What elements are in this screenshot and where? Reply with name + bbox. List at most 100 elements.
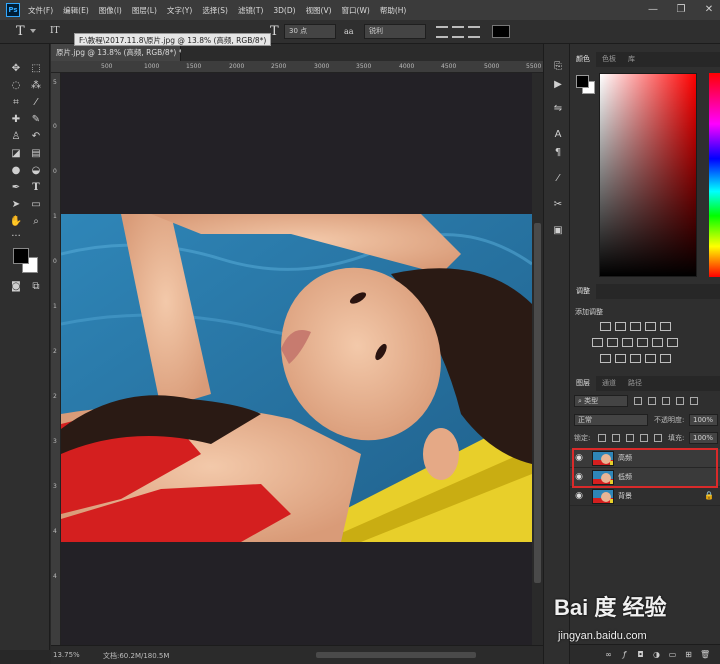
foreground-color-swatch[interactable] bbox=[13, 248, 29, 264]
character-icon[interactable]: A bbox=[551, 128, 565, 142]
path-selection-tool-icon[interactable]: ➤ bbox=[8, 198, 24, 212]
brightness-contrast-icon[interactable] bbox=[600, 322, 611, 331]
brush-tool-icon[interactable]: ✎ bbox=[28, 113, 44, 127]
filter-pixel-icon[interactable] bbox=[634, 397, 642, 405]
eyedropper-tool-icon[interactable]: ⁄ bbox=[28, 96, 44, 110]
menu-layer[interactable]: 图层(L) bbox=[132, 5, 157, 16]
layer-filter-kind-select[interactable]: ⌕ 类型 bbox=[574, 395, 628, 407]
hand-tool-icon[interactable]: ✋ bbox=[8, 215, 24, 229]
magic-wand-tool-icon[interactable]: ⁂ bbox=[28, 79, 44, 93]
filter-type-icon[interactable] bbox=[662, 397, 670, 405]
tab-channels[interactable]: 通道 bbox=[596, 376, 622, 391]
new-layer-icon[interactable]: ⊞ bbox=[684, 650, 693, 659]
lock-artboard-icon[interactable] bbox=[640, 434, 648, 442]
invert-icon[interactable] bbox=[600, 354, 611, 363]
text-orientation-icon[interactable]: IT bbox=[50, 24, 60, 39]
threshold-icon[interactable] bbox=[630, 354, 641, 363]
eraser-tool-icon[interactable]: ◪ bbox=[8, 147, 24, 161]
lock-image-icon[interactable] bbox=[612, 434, 620, 442]
tab-layers[interactable]: 图层 bbox=[570, 376, 596, 391]
levels-icon[interactable] bbox=[615, 322, 626, 331]
font-size-field[interactable]: 30 点 bbox=[284, 24, 336, 39]
layer-row-background[interactable]: ◉ 背景 🔒 bbox=[570, 487, 720, 506]
photo-canvas[interactable] bbox=[61, 214, 532, 542]
vibrance-icon[interactable] bbox=[660, 322, 671, 331]
opacity-field[interactable]: 100% bbox=[689, 414, 718, 426]
pen-tool-icon[interactable]: ✒ bbox=[8, 181, 24, 195]
zoom-tool-icon[interactable]: ⌕ bbox=[28, 215, 44, 229]
vertical-scrollbar[interactable] bbox=[532, 73, 543, 645]
blend-mode-select[interactable]: 正常 bbox=[574, 414, 648, 426]
type-tool-icon-box[interactable]: T bbox=[28, 181, 44, 195]
posterize-icon[interactable] bbox=[615, 354, 626, 363]
filter-adjustment-icon[interactable] bbox=[648, 397, 656, 405]
lock-all-icon[interactable] bbox=[654, 434, 662, 442]
delete-layer-icon[interactable]: 🗑 bbox=[700, 650, 710, 659]
brush-settings-icon[interactable]: ⁄ bbox=[551, 172, 565, 186]
filter-smart-object-icon[interactable] bbox=[690, 397, 698, 405]
more-tools-icon[interactable]: ··· bbox=[8, 230, 24, 244]
visibility-eye-icon[interactable]: ◉ bbox=[574, 491, 584, 501]
menu-help[interactable]: 帮助(H) bbox=[380, 5, 407, 16]
color-lookup-icon[interactable] bbox=[667, 338, 678, 347]
hue-saturation-icon[interactable] bbox=[592, 338, 603, 347]
menu-type[interactable]: 文字(Y) bbox=[167, 5, 192, 16]
marquee-tool-icon[interactable]: ⬚ bbox=[28, 62, 44, 76]
screen-mode-icon[interactable]: ⧉ bbox=[28, 280, 44, 294]
layer-row-high-freq[interactable]: ◉ 高频 bbox=[570, 449, 720, 468]
color-balance-icon[interactable] bbox=[607, 338, 618, 347]
tab-adjustments[interactable]: 调整 bbox=[570, 284, 596, 299]
hue-slider[interactable] bbox=[709, 73, 720, 277]
menu-window[interactable]: 窗口(W) bbox=[342, 5, 370, 16]
blur-tool-icon[interactable]: ● bbox=[8, 164, 24, 178]
menu-file[interactable]: 文件(F) bbox=[28, 5, 53, 16]
text-color-swatch[interactable] bbox=[492, 25, 510, 38]
curves-icon[interactable] bbox=[630, 322, 641, 331]
tool-preset-dropdown[interactable] bbox=[30, 29, 36, 33]
tab-swatches[interactable]: 色板 bbox=[596, 52, 622, 67]
tab-libraries[interactable]: 库 bbox=[622, 52, 641, 67]
quick-mask-icon[interactable]: ◙ bbox=[8, 280, 24, 294]
dodge-tool-icon[interactable]: ◒ bbox=[28, 164, 44, 178]
black-white-icon[interactable] bbox=[622, 338, 633, 347]
history-brush-tool-icon[interactable]: ↶ bbox=[28, 130, 44, 144]
align-right-button[interactable] bbox=[468, 26, 480, 38]
new-group-icon[interactable]: ▭ bbox=[668, 650, 677, 659]
lock-transparent-icon[interactable] bbox=[598, 434, 606, 442]
lock-position-icon[interactable] bbox=[626, 434, 634, 442]
layer-name[interactable]: 背景 bbox=[618, 491, 632, 501]
menu-3d[interactable]: 3D(D) bbox=[273, 6, 295, 15]
layer-name[interactable]: 低频 bbox=[618, 472, 632, 482]
restore-button[interactable]: ❐ bbox=[674, 3, 688, 17]
color-picker-field[interactable] bbox=[599, 73, 697, 277]
channel-mixer-icon[interactable] bbox=[652, 338, 663, 347]
exposure-icon[interactable] bbox=[645, 322, 656, 331]
tab-color[interactable]: 颜色 bbox=[570, 52, 596, 67]
properties-icon[interactable]: ⇋ bbox=[551, 102, 565, 116]
antialias-select[interactable]: 锐利 bbox=[364, 24, 426, 39]
layer-style-icon[interactable]: ƒ bbox=[620, 650, 629, 659]
color-panel-foreground-swatch[interactable] bbox=[576, 75, 589, 88]
layer-row-low-freq[interactable]: ◉ 低频 bbox=[570, 468, 720, 487]
menu-filter[interactable]: 滤镜(T) bbox=[238, 5, 263, 16]
filter-shape-icon[interactable] bbox=[676, 397, 684, 405]
menu-edit[interactable]: 编辑(E) bbox=[63, 5, 89, 16]
paragraph-icon[interactable]: ¶ bbox=[551, 146, 565, 160]
healing-brush-tool-icon[interactable]: ✚ bbox=[8, 113, 24, 127]
zoom-level[interactable]: 13.75% bbox=[53, 651, 80, 659]
menu-select[interactable]: 选择(S) bbox=[202, 5, 228, 16]
type-tool-icon[interactable]: T bbox=[16, 24, 25, 39]
actions-play-icon[interactable]: ▶ bbox=[551, 78, 565, 92]
clone-source-icon[interactable]: ▣ bbox=[551, 224, 565, 238]
fill-field[interactable]: 100% bbox=[689, 432, 718, 444]
link-layers-icon[interactable]: ∞ bbox=[604, 650, 613, 659]
gradient-tool-icon[interactable]: ▤ bbox=[28, 147, 44, 161]
close-button[interactable]: ✕ bbox=[702, 3, 716, 17]
menu-view[interactable]: 视图(V) bbox=[306, 5, 332, 16]
move-tool-icon[interactable]: ✥ bbox=[8, 62, 24, 76]
document-tab[interactable]: 原片.jpg @ 13.8% (高频, RGB/8*) * bbox=[51, 44, 182, 61]
add-mask-icon[interactable]: ◘ bbox=[636, 650, 645, 659]
visibility-eye-icon[interactable]: ◉ bbox=[574, 472, 584, 482]
horizontal-scroll-thumb[interactable] bbox=[316, 652, 476, 658]
clone-stamp-tool-icon[interactable]: ♙ bbox=[8, 130, 24, 144]
